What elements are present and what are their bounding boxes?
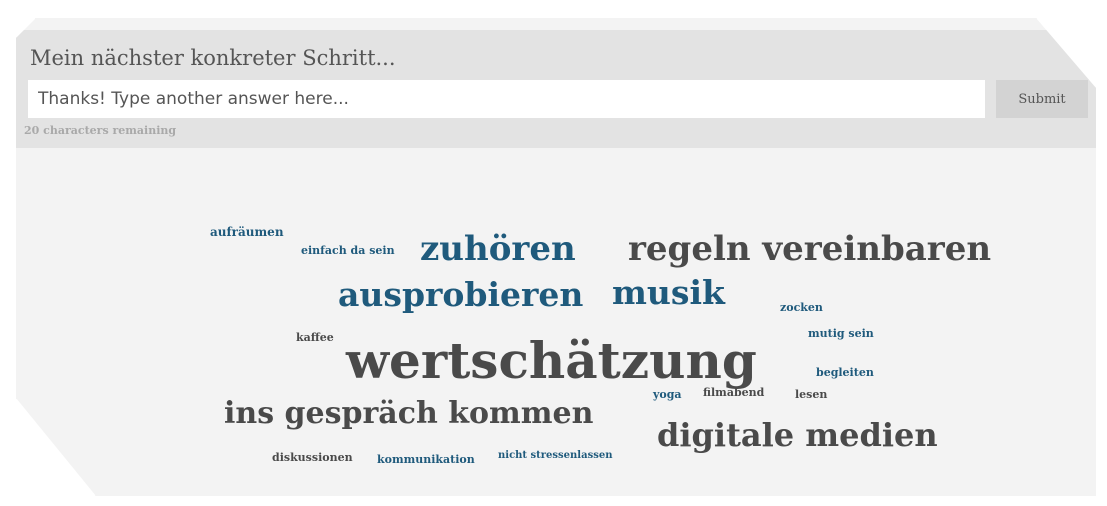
cloud-word[interactable]: einfach da sein	[301, 245, 395, 256]
cloud-word[interactable]: musik	[612, 276, 725, 309]
cloud-word[interactable]: regeln vereinbaren	[628, 232, 991, 266]
screenshot-frame: Mein nächster konkreter Schritt... Submi…	[0, 0, 1107, 506]
cloud-word[interactable]: wertschätzung	[346, 336, 757, 386]
cloud-word[interactable]: mutig sein	[808, 328, 874, 339]
cloud-word[interactable]: zocken	[780, 302, 823, 313]
characters-remaining: 20 characters remaining	[24, 124, 177, 137]
cloud-word[interactable]: begleiten	[816, 367, 874, 378]
answer-input[interactable]	[28, 80, 985, 118]
answer-header: Mein nächster konkreter Schritt... Submi…	[16, 30, 1096, 148]
cloud-word[interactable]: kommunikation	[377, 454, 475, 465]
cloud-word[interactable]: ins gespräch kommen	[224, 399, 593, 429]
cloud-word[interactable]: aufräumen	[210, 226, 284, 238]
word-cloud-widget: Mein nächster konkreter Schritt... Submi…	[16, 18, 1096, 496]
submit-button[interactable]: Submit	[996, 80, 1088, 118]
cloud-word[interactable]: nicht stressenlassen	[498, 451, 612, 461]
cloud-word[interactable]: kaffee	[296, 332, 334, 343]
cloud-word[interactable]: yoga	[653, 389, 682, 400]
question-title: Mein nächster konkreter Schritt...	[30, 46, 396, 70]
cloud-word[interactable]: diskussionen	[272, 452, 353, 463]
cloud-word[interactable]: digitale medien	[657, 419, 938, 451]
cloud-word[interactable]: lesen	[795, 389, 827, 400]
word-cloud: aufräumen einfach da sein zuhören regeln…	[16, 148, 1096, 496]
cloud-word[interactable]: ausprobieren	[338, 278, 583, 311]
cloud-word[interactable]: zuhören	[420, 232, 576, 266]
cloud-word[interactable]: filmabend	[703, 387, 764, 398]
